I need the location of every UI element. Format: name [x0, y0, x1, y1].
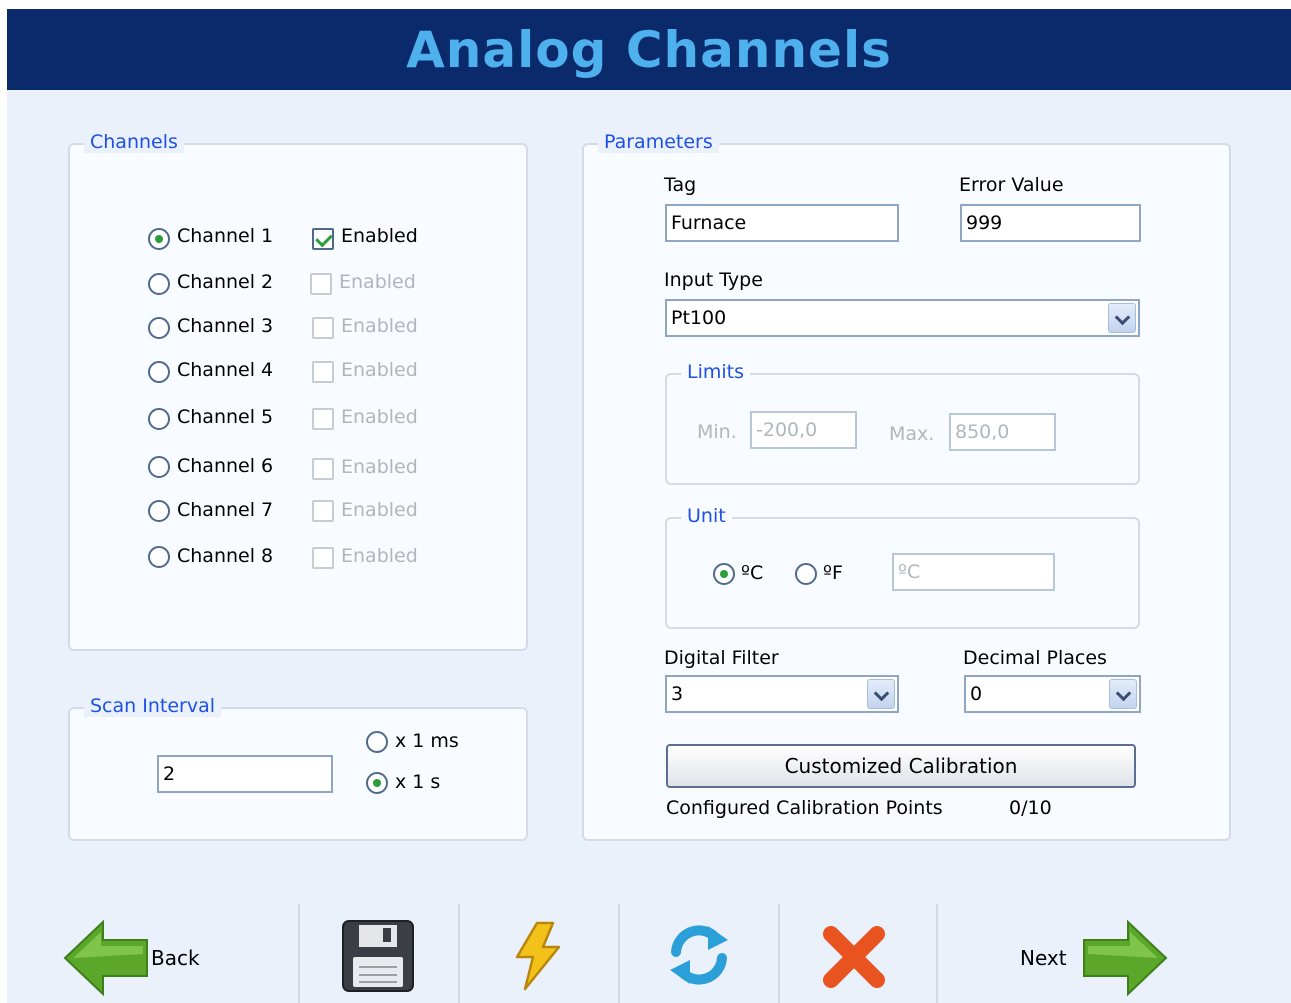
- back-button[interactable]: Back: [47, 904, 287, 1003]
- decimal-places-value: 0: [970, 683, 983, 705]
- min-input: -200,0: [750, 411, 857, 449]
- calibration-points-label: Configured Calibration Points: [666, 797, 943, 819]
- decimal-places-label: Decimal Places: [963, 647, 1107, 669]
- fahrenheit-radio[interactable]: [795, 563, 817, 585]
- channel-3-radio[interactable]: [148, 317, 170, 339]
- parameters-group: Parameters: [582, 131, 1231, 841]
- window: Analog Channels Channels Channel 1 Enabl…: [7, 9, 1291, 1003]
- tag-label: Tag: [664, 174, 697, 196]
- channel-4-radio[interactable]: [148, 361, 170, 383]
- channel-6-enabled-label: Enabled: [341, 456, 418, 478]
- title-bar: Analog Channels: [7, 9, 1291, 90]
- channel-6-radio[interactable]: [148, 456, 170, 478]
- channel-3-enabled-checkbox: [312, 317, 334, 339]
- channel-1-enabled-checkbox[interactable]: [312, 228, 334, 250]
- close-icon: [823, 926, 885, 988]
- scan-interval-input[interactable]: 2: [157, 755, 333, 793]
- digital-filter-value: 3: [671, 683, 684, 705]
- channel-1-label: Channel 1: [177, 225, 274, 247]
- channel-2-enabled-label: Enabled: [339, 271, 416, 293]
- fahrenheit-label: ºF: [823, 562, 843, 584]
- channel-4-enabled-label: Enabled: [341, 359, 418, 381]
- channel-4-enabled-checkbox: [312, 361, 334, 383]
- channel-5-radio[interactable]: [148, 408, 170, 430]
- refresh-icon: [670, 925, 728, 985]
- calibration-points-value: 0/10: [1009, 797, 1052, 819]
- channel-8-radio[interactable]: [148, 546, 170, 568]
- next-label: Next: [1020, 946, 1067, 970]
- save-button[interactable]: [300, 904, 458, 1003]
- error-value-input[interactable]: 999: [960, 204, 1141, 242]
- unit-display-input: ºC: [892, 553, 1055, 591]
- limits-group-title: Limits: [681, 361, 750, 383]
- page-title: Analog Channels: [406, 20, 892, 79]
- channel-8-enabled-label: Enabled: [341, 545, 418, 567]
- channel-5-enabled-label: Enabled: [341, 406, 418, 428]
- input-type-select[interactable]: Pt100: [665, 299, 1140, 337]
- channel-5-label: Channel 5: [177, 406, 274, 428]
- chevron-down-icon[interactable]: [1108, 303, 1136, 333]
- celsius-radio[interactable]: [713, 563, 735, 585]
- input-type-label: Input Type: [664, 269, 763, 291]
- channels-group-title: Channels: [84, 131, 184, 153]
- channel-6-enabled-checkbox: [312, 458, 334, 480]
- back-arrow-icon: [63, 919, 148, 997]
- decimal-places-select[interactable]: 0: [964, 675, 1141, 713]
- digital-filter-select[interactable]: 3: [665, 675, 899, 713]
- channel-7-enabled-checkbox: [312, 500, 334, 522]
- chevron-down-icon[interactable]: [1109, 679, 1137, 709]
- floppy-disk-icon: [342, 920, 414, 992]
- parameters-group-title: Parameters: [598, 131, 719, 153]
- max-label: Max.: [889, 423, 935, 445]
- channel-3-enabled-label: Enabled: [341, 315, 418, 337]
- channel-6-label: Channel 6: [177, 455, 274, 477]
- channel-8-enabled-checkbox: [312, 547, 334, 569]
- channel-7-label: Channel 7: [177, 499, 274, 521]
- tag-input[interactable]: Furnace: [665, 204, 899, 242]
- channel-4-label: Channel 4: [177, 359, 274, 381]
- channel-7-enabled-label: Enabled: [341, 499, 418, 521]
- scan-unit-s-radio[interactable]: [366, 772, 388, 794]
- channel-2-label: Channel 2: [177, 271, 274, 293]
- channel-8-label: Channel 8: [177, 545, 274, 567]
- cancel-button[interactable]: [780, 904, 936, 1003]
- channel-5-enabled-checkbox: [312, 408, 334, 430]
- next-arrow-icon: [1083, 919, 1168, 997]
- celsius-label: ºC: [741, 562, 764, 584]
- customized-calibration-button[interactable]: Customized Calibration: [666, 744, 1136, 788]
- channel-2-enabled-checkbox: [310, 273, 332, 295]
- scan-unit-ms-label: x 1 ms: [395, 730, 459, 752]
- input-type-value: Pt100: [671, 307, 727, 329]
- channel-3-label: Channel 3: [177, 315, 274, 337]
- send-button[interactable]: [460, 904, 618, 1003]
- scan-unit-ms-radio[interactable]: [366, 731, 388, 753]
- channel-2-radio[interactable]: [148, 273, 170, 295]
- next-button[interactable]: Next: [938, 904, 1178, 1003]
- channel-1-radio[interactable]: [148, 228, 170, 250]
- chevron-down-icon[interactable]: [867, 679, 895, 709]
- lightning-bolt-icon: [515, 921, 561, 991]
- back-label: Back: [151, 946, 200, 970]
- digital-filter-label: Digital Filter: [664, 647, 779, 669]
- channel-1-enabled-label: Enabled: [341, 225, 418, 247]
- channels-group: Channels: [68, 131, 528, 651]
- bottom-toolbar: Back Next: [7, 904, 1291, 1003]
- channel-7-radio[interactable]: [148, 500, 170, 522]
- scan-interval-group-title: Scan Interval: [84, 695, 221, 717]
- scan-unit-s-label: x 1 s: [395, 771, 441, 793]
- max-input: 850,0: [949, 413, 1056, 451]
- unit-group-title: Unit: [681, 505, 732, 527]
- refresh-button[interactable]: [620, 904, 778, 1003]
- min-label: Min.: [697, 421, 737, 443]
- error-value-label: Error Value: [959, 174, 1064, 196]
